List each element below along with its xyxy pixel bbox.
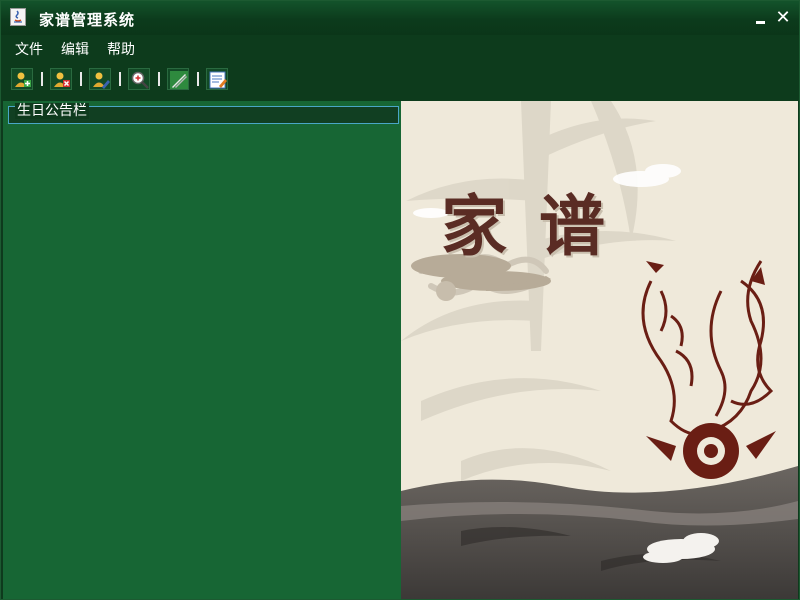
java-app-icon	[10, 8, 26, 26]
main-window: 家谱管理系统 ✕ 文件 编辑 帮助 生日公告栏 家 谱	[0, 0, 800, 600]
cover-title-jia: 家	[441, 187, 507, 265]
pencil-button[interactable]	[167, 68, 189, 90]
delete-person-icon	[54, 72, 70, 87]
birthday-board-title: 生日公告栏	[15, 103, 89, 119]
family-tree-cover-image: 家 谱	[401, 101, 798, 599]
search-button[interactable]	[128, 68, 150, 90]
menu-file[interactable]: 文件	[15, 39, 43, 59]
toolbar-separator	[158, 72, 160, 86]
notepad-button[interactable]	[206, 68, 228, 90]
minimize-button[interactable]	[752, 9, 770, 27]
minimize-icon	[756, 21, 765, 24]
edit-person-button[interactable]	[89, 68, 111, 90]
cover-title-pu: 谱	[539, 187, 605, 265]
search-icon	[131, 71, 149, 89]
toolbar-separator	[197, 72, 199, 86]
toolbar	[1, 61, 799, 101]
window-title: 家谱管理系统	[39, 11, 136, 29]
menu-bar: 文件 编辑 帮助	[1, 35, 799, 61]
birthday-board: 生日公告栏	[8, 103, 399, 124]
menu-help[interactable]: 帮助	[107, 39, 135, 59]
notepad-icon	[209, 71, 227, 89]
toolbar-separator	[119, 72, 121, 86]
edit-person-icon	[93, 72, 110, 89]
title-bar[interactable]: 家谱管理系统 ✕	[1, 1, 799, 35]
delete-person-button[interactable]	[50, 68, 72, 90]
close-button[interactable]: ✕	[774, 9, 792, 27]
toolbar-separator	[80, 72, 82, 86]
add-person-button[interactable]	[11, 68, 33, 90]
add-person-icon	[15, 72, 31, 87]
toolbar-separator	[41, 72, 43, 86]
birthday-panel: 生日公告栏	[3, 101, 401, 599]
pencil-icon	[170, 71, 188, 89]
menu-edit[interactable]: 编辑	[61, 39, 89, 59]
